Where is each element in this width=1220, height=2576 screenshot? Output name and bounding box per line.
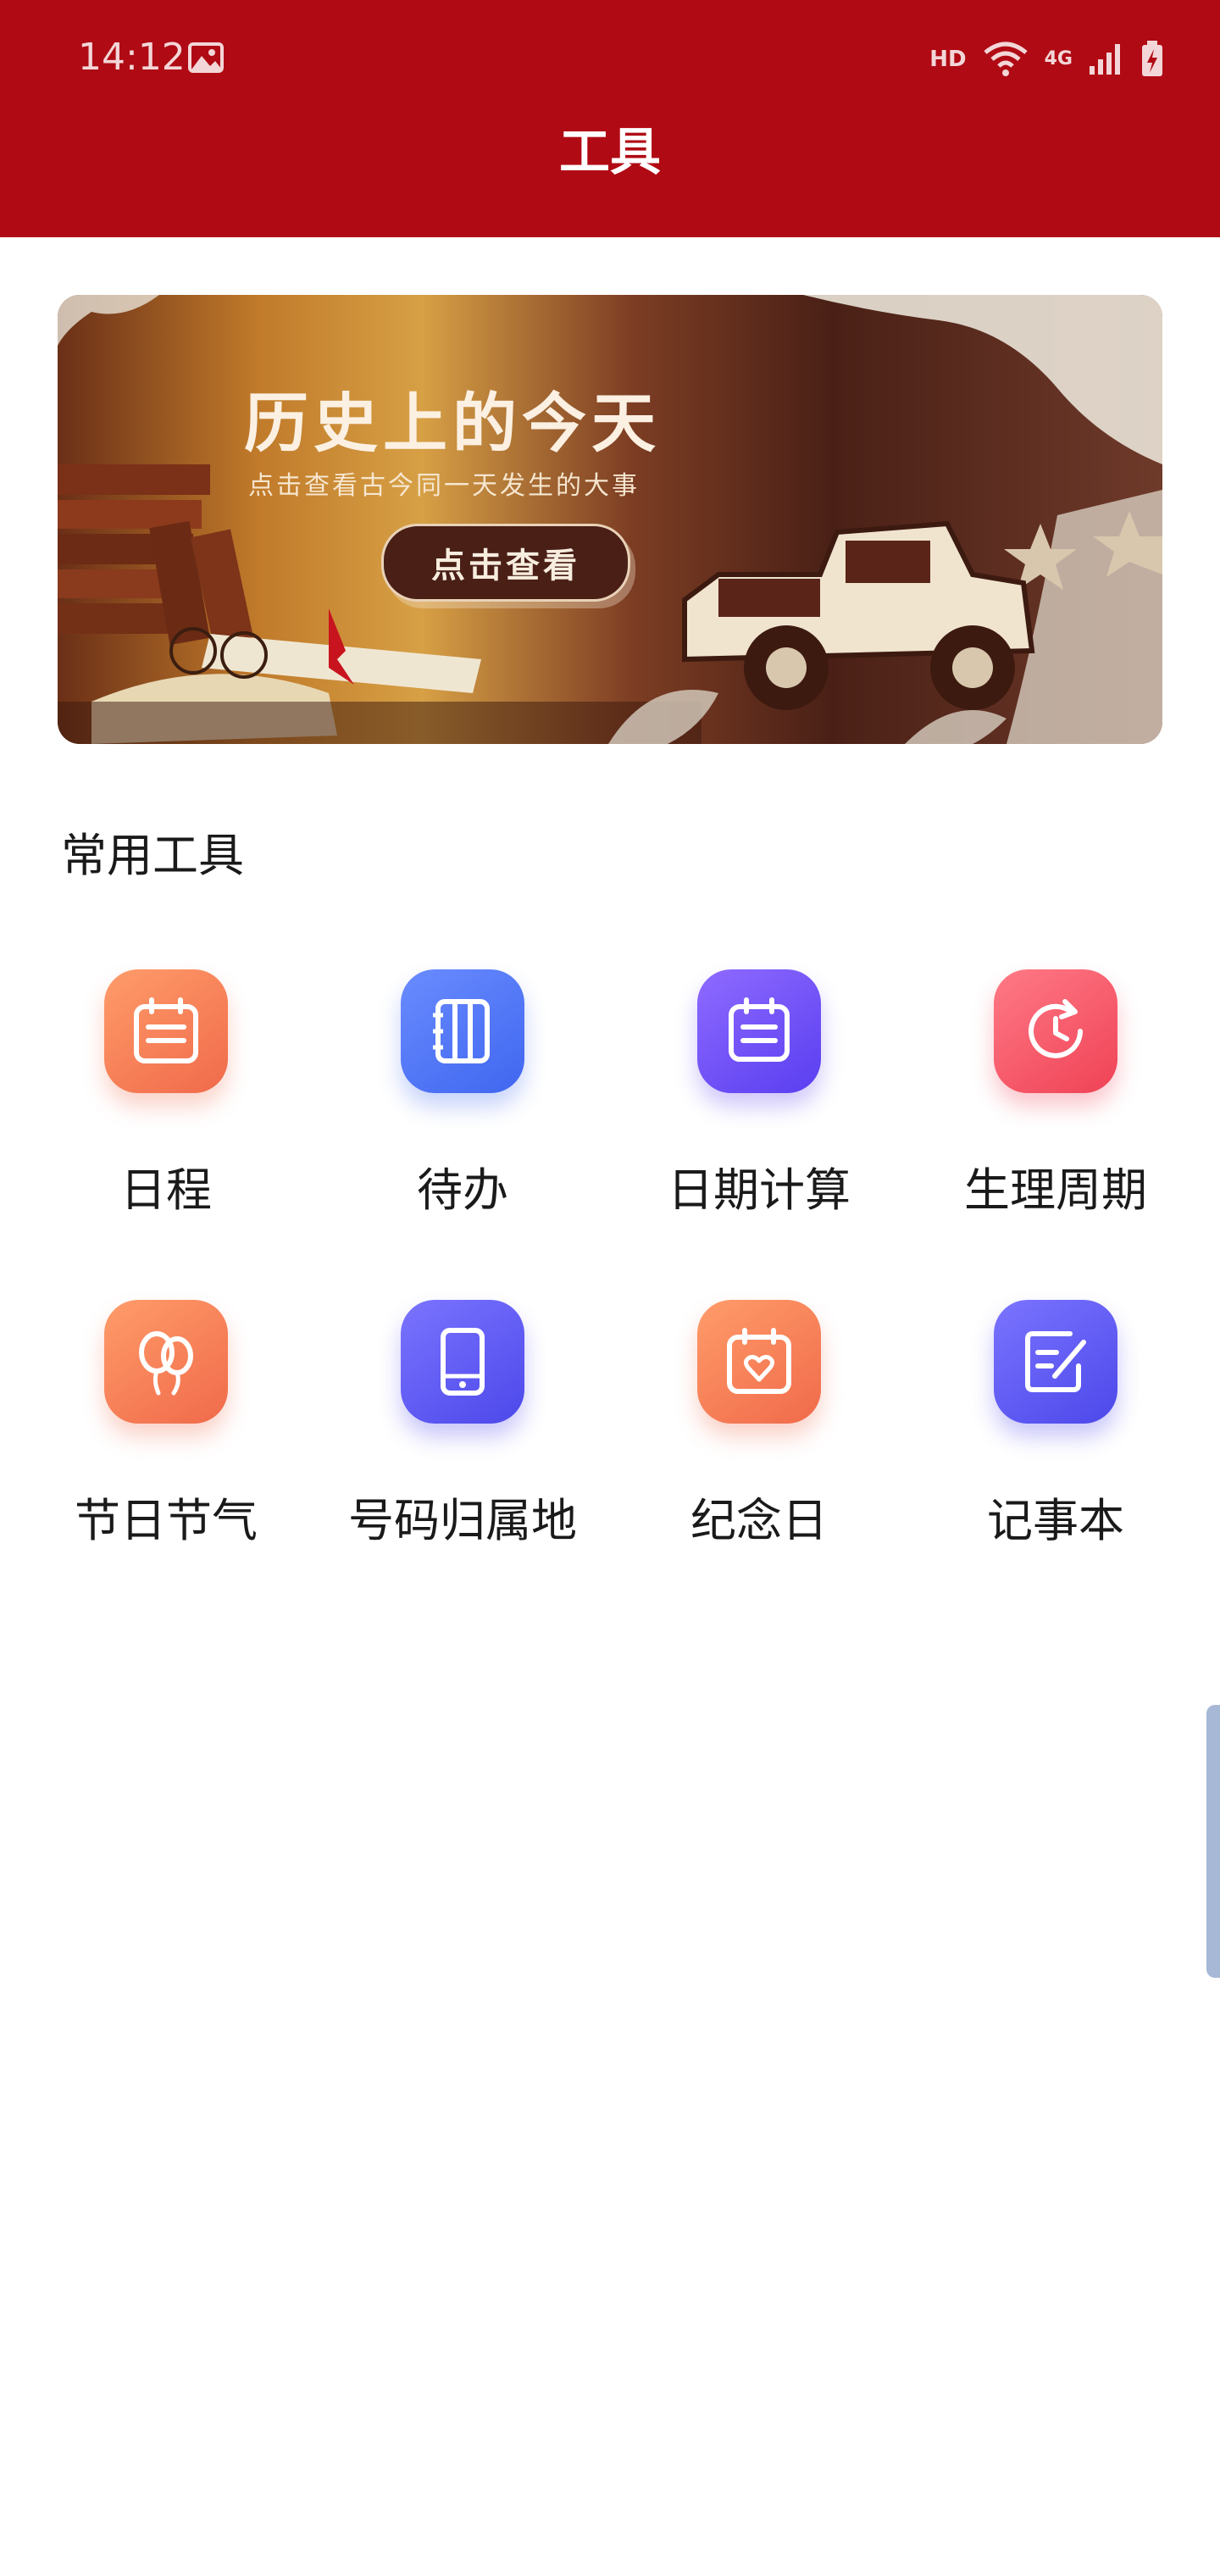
- tool-notepad[interactable]: 记事本: [929, 1280, 1183, 1559]
- tool-period[interactable]: 生理周期: [929, 949, 1183, 1229]
- signal-icon: [1090, 44, 1120, 75]
- clock-cycle-icon: [994, 969, 1117, 1093]
- calendar-list-icon: [697, 969, 821, 1093]
- tool-todo[interactable]: 待办: [336, 949, 590, 1229]
- banner-view-button[interactable]: 点击查看: [381, 524, 630, 602]
- tool-label: 节日节气: [75, 1494, 258, 1547]
- tool-label: 待办: [417, 1163, 508, 1217]
- edge-scroll-handle[interactable]: [1206, 1705, 1220, 1978]
- tool-date-calc[interactable]: 日期计算: [632, 949, 886, 1229]
- calendar-icon: [104, 969, 228, 1093]
- network-label: 4G: [1044, 48, 1073, 69]
- page-title: 工具: [559, 123, 661, 182]
- tool-phone-location[interactable]: 号码归属地: [336, 1280, 590, 1559]
- wifi-icon: [984, 42, 1028, 76]
- image-icon: [188, 42, 224, 73]
- app-header: 14:12 HD 4G 工具: [0, 0, 1220, 237]
- banner-title: 历史上的今天: [244, 386, 661, 461]
- hd-label: HD: [929, 47, 967, 72]
- tool-label: 号码归属地: [348, 1494, 577, 1547]
- banner-illustration: [58, 295, 1162, 744]
- phone-icon: [401, 1300, 524, 1424]
- tool-festivals[interactable]: 节日节气: [39, 1280, 293, 1559]
- notebook-icon: [401, 969, 524, 1093]
- battery-charging-icon: [1142, 41, 1162, 76]
- note-edit-icon: [994, 1300, 1117, 1424]
- calendar-heart-icon: [697, 1300, 821, 1424]
- banner-subtitle: 点击查看古今同一天发生的大事: [248, 471, 640, 501]
- tool-label: 日程: [120, 1163, 212, 1217]
- tool-label: 记事本: [987, 1494, 1124, 1547]
- history-today-banner[interactable]: 历史上的今天 点击查看古今同一天发生的大事 点击查看: [58, 295, 1162, 744]
- status-time: 14:12: [78, 36, 186, 79]
- tool-anniversary[interactable]: 纪念日: [632, 1280, 886, 1559]
- section-title: 常用工具: [61, 829, 244, 882]
- tool-label: 纪念日: [690, 1494, 828, 1547]
- tool-label: 生理周期: [964, 1163, 1147, 1217]
- status-icons: HD 4G: [929, 37, 1164, 81]
- balloon-icon: [104, 1300, 228, 1424]
- tool-schedule[interactable]: 日程: [39, 949, 293, 1229]
- tool-label: 日期计算: [668, 1163, 851, 1217]
